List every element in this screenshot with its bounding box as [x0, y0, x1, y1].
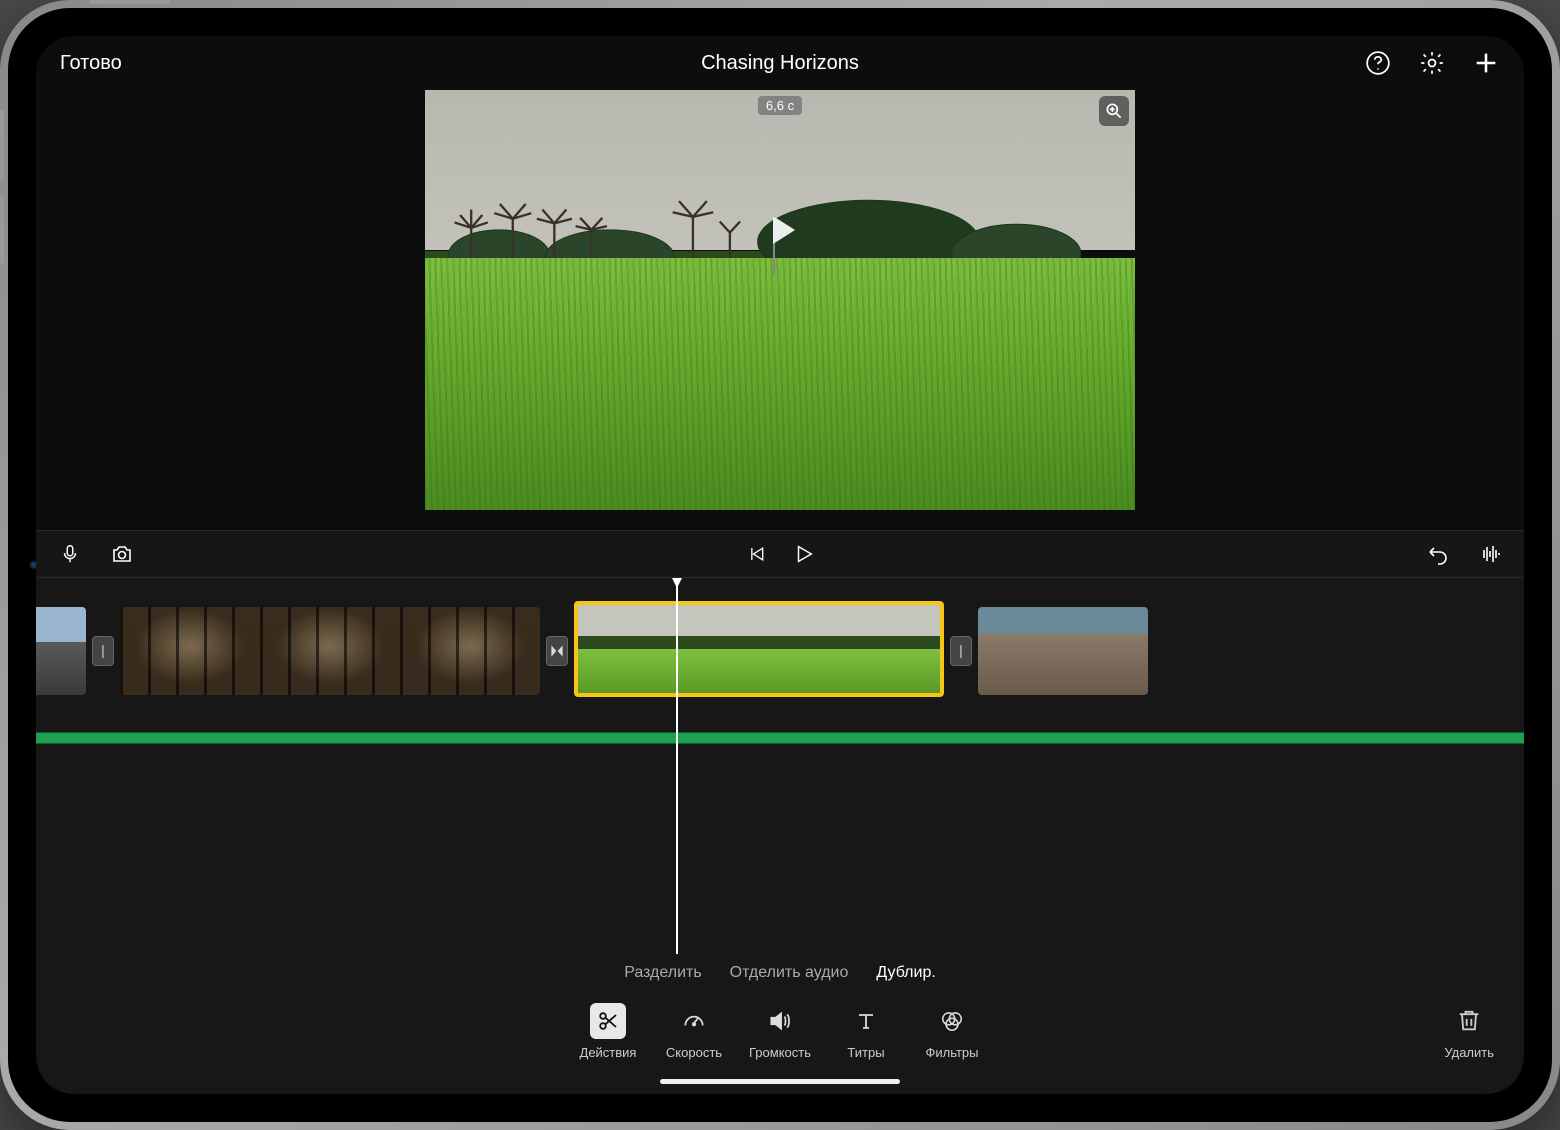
- settings-icon[interactable]: [1418, 49, 1446, 77]
- tool-speed[interactable]: Скорость: [655, 1003, 733, 1060]
- waveform-icon[interactable]: [1476, 540, 1504, 568]
- playhead[interactable]: [676, 578, 678, 954]
- tool-label: Действия: [580, 1045, 637, 1060]
- clip-actions: Разделить Отделить аудио Дублир.: [36, 964, 1524, 982]
- microphone-icon[interactable]: [56, 540, 84, 568]
- filters-icon: [934, 1003, 970, 1039]
- ipad-power-button: [90, 0, 170, 4]
- clip-4[interactable]: [978, 607, 1148, 695]
- tool-label: Фильтры: [925, 1045, 978, 1060]
- preview-frame[interactable]: 6,6 с: [425, 90, 1135, 510]
- playback-bar: [36, 530, 1524, 578]
- app-screen: Готово Chasing Horizons: [36, 36, 1524, 1094]
- ipad-volume-up: [0, 110, 4, 180]
- split-action[interactable]: Разделить: [624, 964, 701, 982]
- preview-area: 6,6 с: [36, 90, 1524, 530]
- clip-duration-badge: 6,6 с: [758, 96, 802, 115]
- volume-icon: [762, 1003, 798, 1039]
- clip-2[interactable]: [120, 607, 540, 695]
- scissors-icon: [590, 1003, 626, 1039]
- app-header: Готово Chasing Horizons: [36, 36, 1524, 90]
- home-indicator[interactable]: [660, 1079, 900, 1084]
- tool-volume[interactable]: Громкость: [741, 1003, 819, 1060]
- clip-1[interactable]: [36, 607, 86, 695]
- project-title: Chasing Horizons: [701, 52, 859, 75]
- tool-filters[interactable]: Фильтры: [913, 1003, 991, 1060]
- trash-icon: [1455, 1006, 1483, 1039]
- edit-toolbar: Действия Скорость Громкость: [36, 1003, 1524, 1060]
- play-icon[interactable]: [790, 540, 818, 568]
- delete-label: Удалить: [1444, 1045, 1494, 1060]
- timeline[interactable]: ❘ ❘: [36, 578, 1524, 1094]
- tool-label: Титры: [847, 1045, 884, 1060]
- ipad-frame: Готово Chasing Horizons: [0, 0, 1560, 1130]
- duplicate-action[interactable]: Дублир.: [876, 964, 935, 982]
- video-track: ❘ ❘: [36, 606, 1524, 696]
- detach-audio-action[interactable]: Отделить аудио: [730, 964, 849, 982]
- tool-titles[interactable]: Титры: [827, 1003, 905, 1060]
- tool-actions[interactable]: Действия: [569, 1003, 647, 1060]
- undo-icon[interactable]: [1424, 540, 1452, 568]
- transition-button[interactable]: ❘: [950, 636, 972, 666]
- add-icon[interactable]: [1472, 49, 1500, 77]
- zoom-icon[interactable]: [1099, 96, 1129, 126]
- help-icon[interactable]: [1364, 49, 1392, 77]
- camera-icon[interactable]: [108, 540, 136, 568]
- delete-button[interactable]: Удалить: [1444, 1006, 1494, 1060]
- tool-label: Громкость: [749, 1045, 811, 1060]
- audio-track[interactable]: [36, 732, 1524, 744]
- transition-button[interactable]: ❘: [92, 636, 114, 666]
- clip-3-selected[interactable]: [574, 601, 944, 697]
- text-icon: [848, 1003, 884, 1039]
- ipad-volume-down: [0, 195, 4, 265]
- tool-label: Скорость: [666, 1045, 722, 1060]
- skip-to-start-icon[interactable]: [742, 540, 770, 568]
- done-button[interactable]: Готово: [60, 52, 122, 75]
- speedometer-icon: [676, 1003, 712, 1039]
- transition-button[interactable]: [546, 636, 568, 666]
